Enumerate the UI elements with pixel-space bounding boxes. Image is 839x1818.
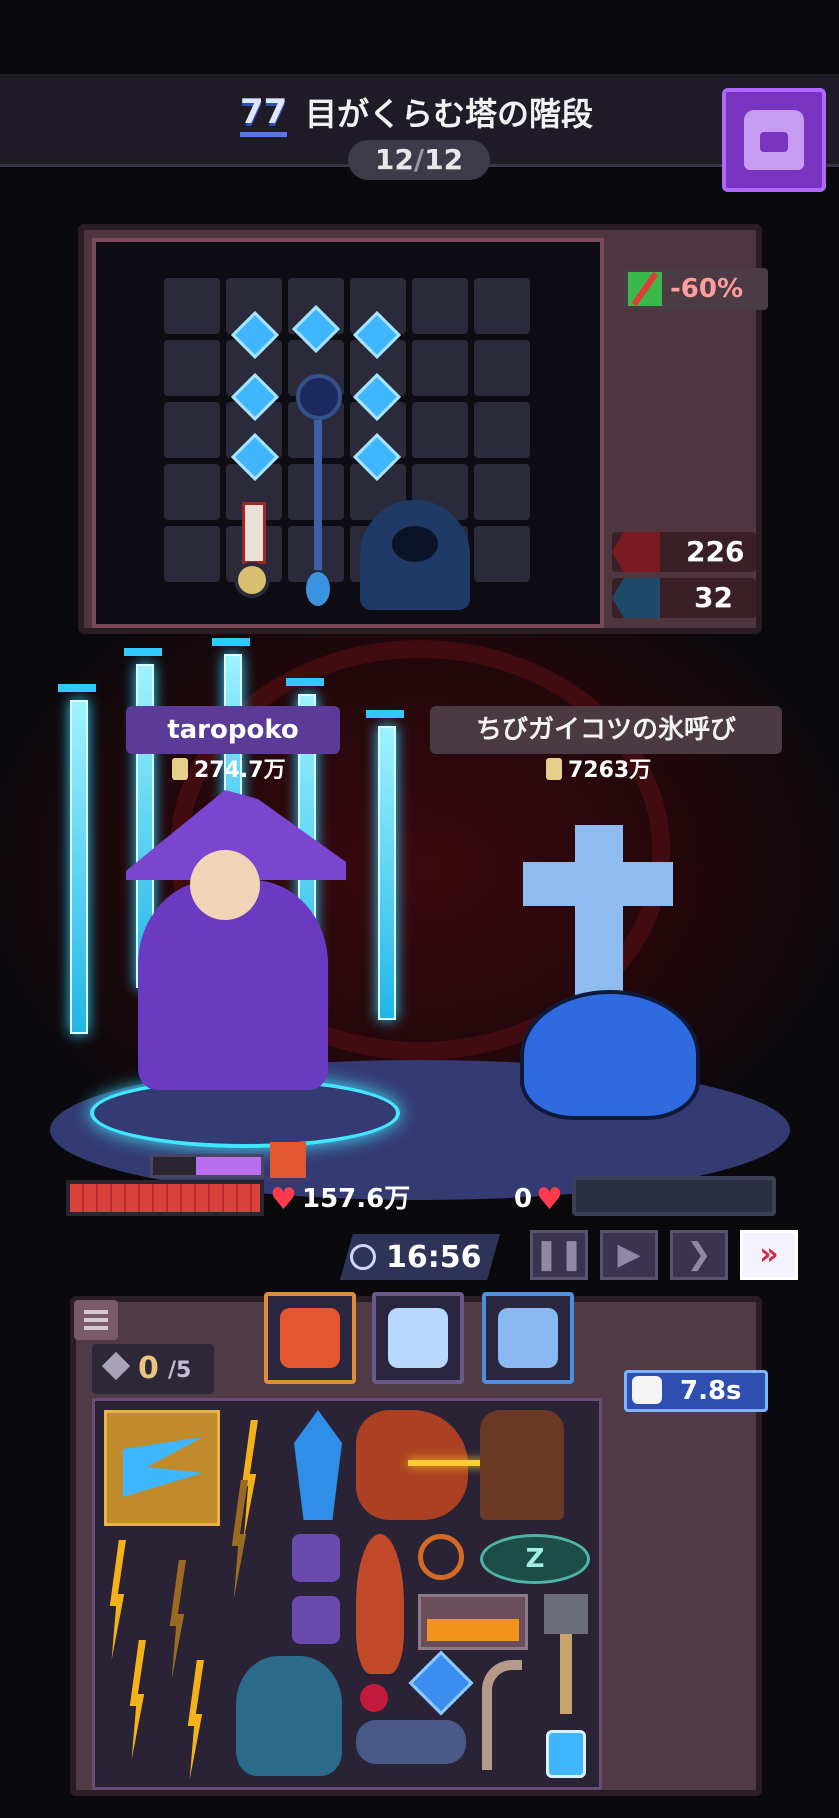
- gargoyle-icon[interactable]: [236, 1656, 342, 1776]
- pet-card-dragon[interactable]: [264, 1292, 356, 1384]
- enemy-name: ちびガイコツの氷呼び: [430, 706, 782, 754]
- enemy-grave-slime: [520, 990, 700, 1120]
- player-shield-fill: [196, 1157, 261, 1175]
- grid-slot: [474, 526, 530, 582]
- cooldown-value: 7.8s: [680, 1376, 742, 1406]
- menu-icon[interactable]: [74, 1300, 118, 1340]
- grid-slot: [474, 464, 530, 520]
- wolf-pet-icon: [498, 1308, 558, 1368]
- grid-slot: [164, 526, 220, 582]
- wave-current: 12: [374, 143, 414, 176]
- dragon-pet-icon: [280, 1308, 340, 1368]
- grave-cross: [575, 825, 623, 1015]
- player-power: 274.7万: [172, 756, 286, 786]
- wave-separator: /: [413, 143, 425, 176]
- grid-slot: [164, 464, 220, 520]
- purple-potion-icon[interactable]: [292, 1534, 340, 1582]
- enemy-power-value: 7263万: [568, 758, 652, 783]
- grave-cross-arm: [523, 862, 673, 906]
- grid-slot: [164, 402, 220, 458]
- hooded-cloak-icon[interactable]: [360, 500, 470, 610]
- menu-line: [84, 1326, 108, 1330]
- grid-slot: [164, 278, 220, 334]
- heart-icon: ♥: [536, 1182, 563, 1217]
- grid-slot: [412, 402, 468, 458]
- enemy-hp-bar: [572, 1176, 776, 1216]
- enemy-power: 7263万: [546, 756, 651, 786]
- power-icon: [172, 758, 188, 780]
- menu-line: [84, 1310, 108, 1314]
- grid-slot: [164, 340, 220, 396]
- blood-gem-icon[interactable]: [360, 1684, 388, 1712]
- stat-attack-value: 226: [686, 535, 745, 568]
- menu-line: [84, 1318, 108, 1322]
- slot-max: /5: [168, 1358, 192, 1383]
- player-hp-fill: [70, 1184, 260, 1212]
- player-shield-bar: [150, 1154, 264, 1178]
- clock-icon: [350, 1244, 376, 1270]
- pet-card-wolf[interactable]: [482, 1292, 574, 1384]
- fast-button[interactable]: ❯: [670, 1230, 728, 1280]
- no-heal-icon: [628, 272, 662, 306]
- staff-orb-icon[interactable]: [296, 374, 342, 420]
- witch-face: [190, 850, 260, 920]
- ice-sword-icon: [58, 684, 96, 1034]
- enemy-inventory-grid: [92, 238, 604, 628]
- ice-sword-icon: [366, 710, 404, 1020]
- power-icon: [546, 758, 562, 780]
- wave-counter: 12/12: [348, 140, 490, 180]
- slot-count: 0: [138, 1351, 159, 1386]
- enemy-hp-value: 0: [514, 1184, 533, 1214]
- player-name: taropoko: [126, 706, 340, 754]
- pause-button[interactable]: ❚❚: [530, 1230, 588, 1280]
- skull-amulet-icon[interactable]: [234, 562, 270, 598]
- grid-slot: [474, 340, 530, 396]
- cane-icon[interactable]: [482, 1660, 522, 1770]
- stat-defense-value: 32: [694, 581, 733, 614]
- battle-timer: 16:56: [386, 1240, 482, 1275]
- ghost-pet-icon: [388, 1308, 448, 1368]
- z-rune-icon[interactable]: Z: [480, 1534, 590, 1584]
- flame-spirit-icon[interactable]: [356, 1534, 404, 1674]
- grid-slot: [474, 402, 530, 458]
- staff-rod: [314, 420, 322, 570]
- leather-armor-icon[interactable]: [480, 1410, 564, 1520]
- chain-icon[interactable]: [356, 1720, 466, 1764]
- player-power-value: 274.7万: [194, 758, 286, 783]
- fire-ring-icon[interactable]: [418, 1534, 464, 1580]
- grid-slot: [412, 340, 468, 396]
- debuff-value: -60%: [670, 274, 744, 304]
- purple-potion-icon[interactable]: [292, 1596, 340, 1644]
- player-hp-bar: [66, 1180, 264, 1216]
- pet-card-ghost[interactable]: [372, 1292, 464, 1384]
- stage-title: 目がくらむ塔の階段: [305, 95, 594, 133]
- skull-icon: [632, 1376, 662, 1404]
- hammer-handle: [560, 1634, 572, 1714]
- stage-number: 77: [240, 92, 288, 137]
- lava-brazier-icon[interactable]: [418, 1594, 528, 1650]
- grid-slot: [412, 278, 468, 334]
- backpack-icon: [744, 110, 804, 170]
- backpack-button[interactable]: [722, 88, 826, 192]
- player-hp-value: 157.6万: [302, 1184, 411, 1214]
- grid-slot: [474, 278, 530, 334]
- frost-shards-icon[interactable]: [104, 1410, 220, 1526]
- amulet-ribbon: [242, 502, 266, 564]
- play-button[interactable]: ▶: [600, 1230, 658, 1280]
- wave-total: 12: [424, 143, 464, 176]
- heart-icon: ♥: [270, 1182, 297, 1217]
- fox-pet-icon: [270, 1142, 306, 1178]
- blue-potion-icon[interactable]: [546, 1730, 586, 1778]
- hammer-icon[interactable]: [544, 1594, 588, 1634]
- fastest-button[interactable]: »: [740, 1230, 798, 1280]
- staff-tip-icon: [306, 572, 330, 606]
